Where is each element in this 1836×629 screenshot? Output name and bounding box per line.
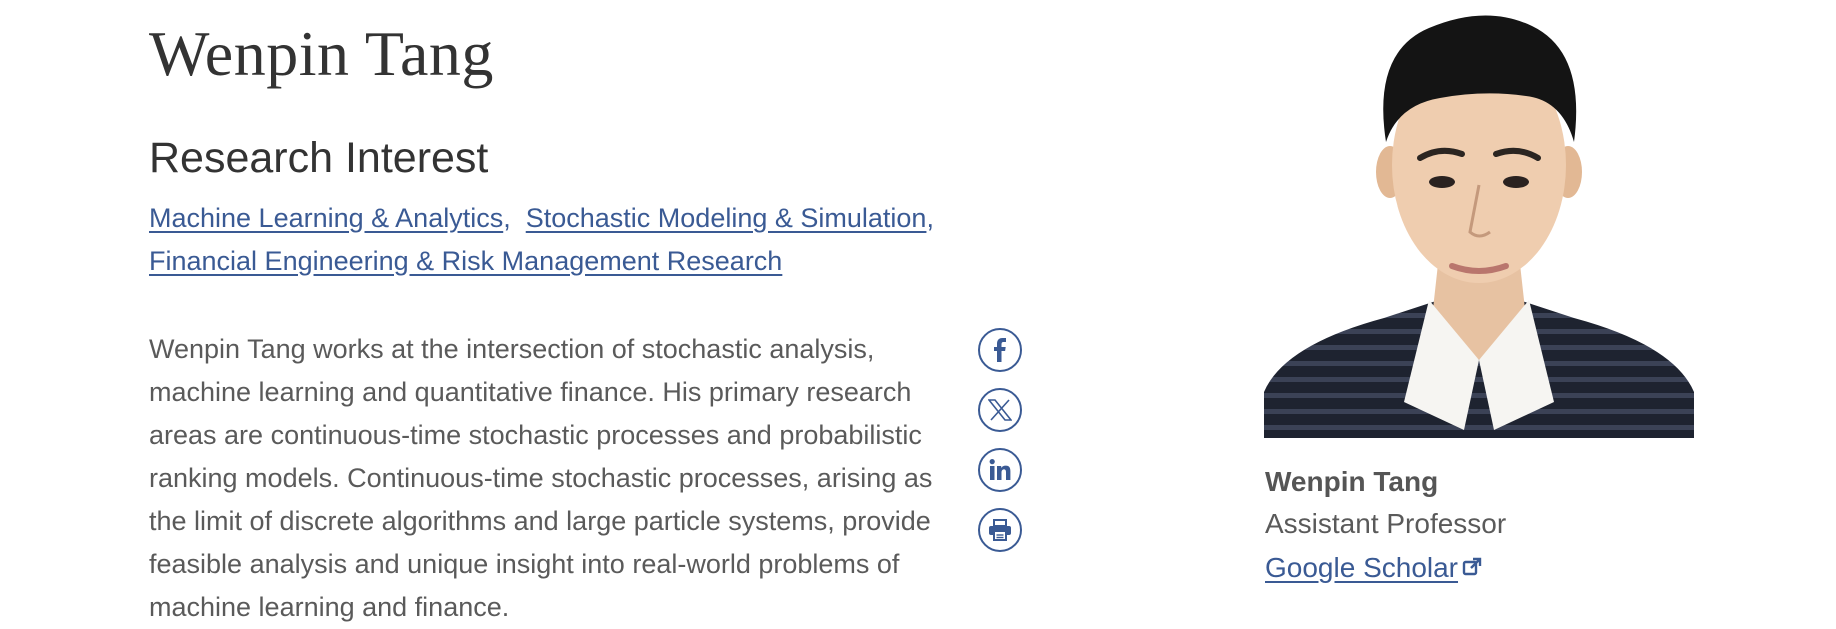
research-interest-heading: Research Interest [149,134,489,182]
x-twitter-icon [988,399,1012,421]
linkedin-share-button[interactable] [978,448,1022,492]
linkedin-icon [988,458,1012,482]
print-icon [988,519,1012,541]
interest-link-machine-learning[interactable]: Machine Learning & Analytics [149,203,503,233]
profile-card: Wenpin Tang Assistant Professor Google S… [1265,462,1685,590]
google-scholar-link[interactable]: Google Scholar [1265,546,1482,590]
facebook-share-button[interactable] [978,328,1022,372]
external-link-icon [1462,546,1482,590]
google-scholar-label: Google Scholar [1265,552,1459,583]
x-share-button[interactable] [978,388,1022,432]
facebook-icon [990,338,1010,362]
print-button[interactable] [978,508,1022,552]
interest-link-financial-engineering[interactable]: Financial Engineering & Risk Management … [149,246,782,276]
profile-photo [1264,0,1694,438]
separator: , [926,203,934,233]
page-title: Wenpin Tang [149,18,494,89]
separator: , [503,203,526,233]
profile-title: Assistant Professor [1265,508,1507,539]
interest-link-stochastic-modeling[interactable]: Stochastic Modeling & Simulation [526,203,927,233]
profile-name: Wenpin Tang [1265,466,1439,497]
share-toolbar [978,328,1026,568]
bio-paragraph: Wenpin Tang works at the intersection of… [149,334,933,622]
research-interest-links: Machine Learning & Analytics, Stochastic… [149,197,1019,283]
